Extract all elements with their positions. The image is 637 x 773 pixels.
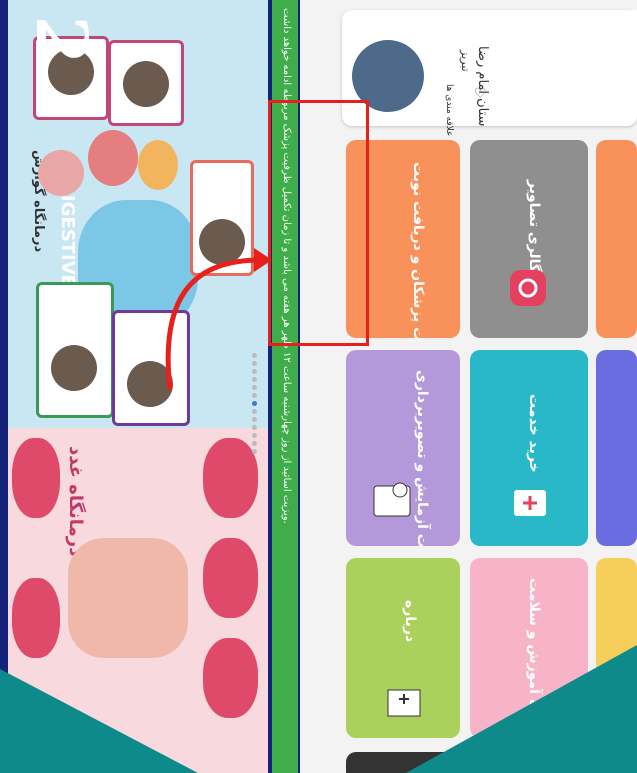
tile-label: خرید خدمت: [526, 394, 542, 473]
stomach-illustration: [38, 150, 84, 196]
slide-title: درمانگاه غدد: [65, 446, 86, 557]
slider-dot[interactable]: [251, 441, 257, 446]
slider-dot[interactable]: [251, 425, 257, 430]
favorites-label: علاقه مندی ها: [444, 84, 454, 137]
slider-dot[interactable]: [251, 449, 257, 454]
tile-label: گالری تصاویر: [526, 180, 542, 273]
slider-dot[interactable]: [251, 433, 257, 438]
tile-label: درباره: [402, 600, 418, 643]
instagram-icon: [510, 270, 546, 306]
slider-dot[interactable]: [251, 409, 257, 414]
hospital-building-icon: [387, 689, 421, 717]
pancreas-illustration: [138, 140, 178, 190]
doctor-card[interactable]: [108, 40, 184, 126]
doctor-circle: [203, 538, 258, 618]
tile-lab-imaging[interactable]: خدمات آزمایش و تصویربرداری: [346, 350, 460, 546]
doctor-circle: [12, 438, 60, 518]
annotation-arrow-icon: [165, 248, 272, 391]
first-aid-icon: [514, 490, 546, 516]
doctor-circle: [12, 578, 60, 658]
brand-mark-icon: [587, 10, 637, 80]
doctor-photo: [123, 61, 169, 107]
doctor-photo: [51, 345, 97, 391]
doctor-card[interactable]: [36, 282, 114, 418]
intestine-illustration: [88, 130, 138, 186]
doctor-circle: [203, 638, 258, 718]
step-number: 2: [20, 15, 103, 65]
tile-about[interactable]: درباره: [346, 558, 460, 738]
tile-partial-orange[interactable]: [596, 140, 637, 338]
hospital-city: تبریز: [459, 50, 472, 72]
tile-partial-blue[interactable]: [596, 350, 637, 546]
tutorial-frame: درمانگاه گوارش DIGESTIVE SYSTEM درمانگاه…: [0, 0, 637, 773]
slider-dot-active[interactable]: [251, 401, 257, 406]
endocrine-illustration: [68, 538, 188, 658]
tile-gallery[interactable]: گالری تصاویر: [470, 140, 588, 338]
calendar-icon: [373, 482, 411, 517]
slider-dot[interactable]: [251, 417, 257, 422]
tile-label: مشخصات پزشکان و دریافت نوبت: [410, 162, 426, 338]
tile-purchase-service[interactable]: خرید خدمت: [470, 350, 588, 546]
tile-label: خدمات آزمایش و تصویربرداری: [414, 370, 430, 546]
annotation-highlight-box: [268, 100, 369, 346]
heart-icon[interactable]: ♡: [474, 86, 487, 102]
